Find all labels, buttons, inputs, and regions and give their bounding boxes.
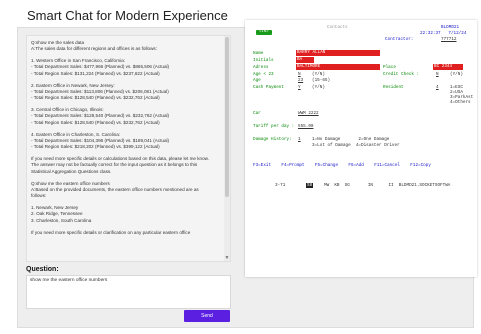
terminal-cursor: S8: [306, 183, 314, 188]
credit-check-field[interactable]: N: [436, 72, 439, 77]
credit-check-hint: (Y/N): [450, 72, 463, 77]
status-line-position: 3-71: [275, 183, 286, 188]
chat-history: Q:show me the sales data A:The sales data…: [27, 36, 224, 261]
scroll-down-icon[interactable]: ▼: [224, 255, 230, 261]
credit-check-label: Credit Check :: [383, 72, 420, 77]
question-label: Question:: [26, 266, 59, 273]
age-check-label: Age < 23: [253, 72, 274, 77]
chat-history-panel[interactable]: Q:show me the sales data A:The sales data…: [26, 35, 231, 262]
send-button[interactable]: Send: [184, 310, 230, 322]
screen-timestamp: 22:32:37 7/12/24: [420, 31, 467, 36]
cash-payment-field[interactable]: Y: [298, 85, 301, 90]
cash-payment-label: Cash Payment: [253, 85, 284, 90]
terminal-screen[interactable]: <IN> Contacts BLDMD21 22:32:37 7/12/24 C…: [245, 20, 477, 277]
initials-field[interactable]: BA: [296, 57, 314, 63]
age-field[interactable]: 23: [298, 78, 303, 83]
age-label: Age: [253, 78, 261, 83]
resident-label: Resident: [383, 85, 404, 90]
tariff-field[interactable]: 555.00: [298, 124, 313, 129]
chat-line: A:Based on the provided documents, the e…: [31, 186, 199, 192]
contractor-label: Contractor:: [385, 37, 414, 42]
car-field[interactable]: WWM 2222: [298, 111, 319, 116]
screen-title: Contacts: [327, 25, 348, 30]
place-field[interactable]: BC 2344: [433, 64, 463, 70]
damage-history-field[interactable]: 1: [298, 137, 301, 142]
car-label: Car: [253, 111, 261, 116]
name-label: Name: [253, 51, 264, 56]
damage-option: 1=No Damage 2=One Damage: [312, 137, 390, 142]
chat-scrollbar[interactable]: ▼: [224, 36, 230, 261]
chat-line: The answer may not be factually correct …: [31, 162, 198, 168]
status-line: MW KB SG IN II BLDMD21.SOCKETSOFTWA: [324, 183, 451, 188]
initials-label: Initials: [253, 58, 274, 63]
program-id: BLDMD21: [441, 25, 460, 30]
place-label: Place: [383, 65, 396, 70]
name-field[interactable]: BARRY ALLAN: [296, 50, 380, 56]
chat-line: If you need more specific details or cla…: [31, 229, 191, 235]
cash-payment-hint: (Y/N): [312, 85, 325, 90]
function-keys[interactable]: F3=Exit F4=Prompt F5=Change F6=Add F11=C…: [253, 163, 431, 168]
question-input[interactable]: show me the eastern office numbers: [26, 275, 231, 309]
address-field[interactable]: BALTIMORE: [296, 64, 380, 70]
damage-history-label: Damage History:: [253, 137, 292, 142]
damage-option: 3=Lot of Damage 4=Disaster Driver: [312, 143, 400, 148]
input-mode-badge: <IN>: [256, 30, 272, 35]
age-hint: (15-65): [312, 78, 331, 83]
resident-field[interactable]: 4: [436, 85, 439, 90]
age-check-hint: (Y/N): [312, 72, 325, 77]
tariff-label: Tariff per day :: [253, 124, 295, 129]
page-title: Smart Chat for Modern Experience: [27, 8, 228, 23]
contractor-field[interactable]: 777712: [441, 37, 456, 42]
scrollbar-thumb[interactable]: [225, 37, 229, 197]
address-label: Adress: [253, 65, 269, 70]
resident-option: 4=Others: [450, 100, 471, 105]
age-check-field[interactable]: N: [298, 72, 301, 77]
